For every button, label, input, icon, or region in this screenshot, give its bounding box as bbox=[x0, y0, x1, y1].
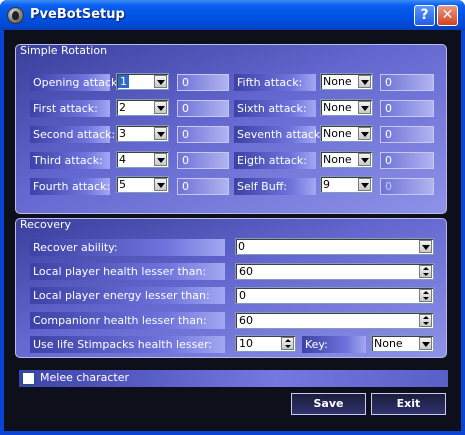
sixth-attack-dropdown[interactable]: None bbox=[320, 99, 373, 116]
spin-arrows-icon[interactable] bbox=[419, 289, 432, 302]
melee-character-label: Melee character bbox=[40, 371, 130, 384]
chevron-down-icon[interactable] bbox=[419, 240, 432, 253]
second-attack-label: Second attack: bbox=[30, 126, 115, 143]
help-button[interactable]: ? bbox=[414, 5, 435, 26]
fourth-attack-dropdown[interactable]: 5 bbox=[116, 176, 169, 193]
first-attack-label: First attack: bbox=[30, 100, 110, 117]
self-buff-dropdown[interactable]: 9 bbox=[320, 176, 373, 193]
window-title: PveBotSetup bbox=[30, 7, 125, 22]
exit-button[interactable]: Exit bbox=[371, 393, 446, 415]
chevron-down-icon[interactable] bbox=[358, 127, 371, 140]
save-button[interactable]: Save bbox=[291, 393, 366, 415]
fourth-attack-label: Fourth attack: bbox=[30, 178, 110, 195]
companion-health-label: Companionr health lesser than: bbox=[30, 312, 225, 329]
chevron-down-icon[interactable] bbox=[358, 75, 371, 88]
spin-arrows-icon[interactable] bbox=[419, 265, 432, 278]
seventh-attack-label: Seventh attack: bbox=[234, 126, 324, 143]
opening-attack-number[interactable]: 0 bbox=[177, 74, 229, 91]
second-attack-dropdown[interactable]: 3 bbox=[116, 125, 169, 142]
recovery-label: Recovery bbox=[20, 218, 72, 231]
sixth-attack-number[interactable]: 0 bbox=[380, 100, 434, 117]
simple-rotation-label: Simple Rotation bbox=[20, 44, 108, 57]
chevron-down-icon[interactable] bbox=[154, 153, 167, 166]
recovery-group: Recovery Recover ability: 0 Local player… bbox=[15, 218, 447, 358]
spin-arrows-icon[interactable] bbox=[281, 337, 294, 350]
chevron-down-icon[interactable] bbox=[154, 75, 167, 88]
close-button[interactable]: ✕ bbox=[437, 5, 458, 26]
first-attack-number[interactable]: 0 bbox=[177, 100, 229, 117]
fifth-attack-label: Fifth attack: bbox=[234, 74, 316, 91]
third-attack-dropdown[interactable]: 4 bbox=[116, 151, 169, 168]
chevron-down-icon[interactable] bbox=[358, 153, 371, 166]
third-attack-number[interactable]: 0 bbox=[177, 152, 229, 169]
melee-character-row[interactable]: Melee character bbox=[19, 370, 448, 387]
chevron-down-icon[interactable] bbox=[419, 337, 432, 350]
sixth-attack-label: Sixth attack: bbox=[234, 100, 316, 117]
opening-attack-label: Opening attack: bbox=[30, 74, 121, 91]
player-energy-spinner[interactable]: 0 bbox=[235, 287, 434, 304]
self-buff-label: Self Buff: bbox=[234, 178, 316, 195]
eigth-attack-label: Eigth attack: bbox=[234, 152, 316, 169]
recover-ability-dropdown[interactable]: 0 bbox=[235, 238, 434, 255]
player-health-spinner[interactable]: 60 bbox=[235, 263, 434, 280]
first-attack-dropdown[interactable]: 2 bbox=[116, 99, 169, 116]
fifth-attack-number[interactable]: 0 bbox=[380, 74, 434, 91]
app-icon bbox=[7, 7, 24, 24]
recover-ability-label: Recover ability: bbox=[30, 239, 225, 256]
second-attack-number[interactable]: 0 bbox=[177, 126, 229, 143]
key-dropdown[interactable]: None bbox=[371, 335, 434, 352]
key-label: Key: bbox=[302, 336, 366, 353]
melee-character-checkbox[interactable] bbox=[22, 372, 35, 385]
chevron-down-icon[interactable] bbox=[358, 178, 371, 191]
player-health-label: Local player health lesser than: bbox=[30, 263, 225, 280]
stimpack-health-spinner[interactable]: 10 bbox=[235, 335, 296, 352]
chevron-down-icon[interactable] bbox=[358, 101, 371, 114]
chevron-down-icon[interactable] bbox=[154, 178, 167, 191]
seventh-attack-number[interactable]: 0 bbox=[380, 126, 434, 143]
third-attack-label: Third attack: bbox=[30, 152, 110, 169]
eigth-attack-number[interactable]: 0 bbox=[380, 152, 434, 169]
chevron-down-icon[interactable] bbox=[154, 101, 167, 114]
self-buff-number: 0 bbox=[380, 178, 434, 195]
window-client-area: Simple Rotation Opening attack: 1 0 Firs… bbox=[4, 30, 461, 431]
fourth-attack-number[interactable]: 0 bbox=[177, 178, 229, 195]
stimpack-health-label: Use life Stimpacks health lesser: bbox=[30, 336, 225, 353]
fifth-attack-dropdown[interactable]: None bbox=[320, 73, 373, 90]
spin-arrows-icon[interactable] bbox=[419, 314, 432, 327]
companion-health-spinner[interactable]: 60 bbox=[235, 312, 434, 329]
player-energy-label: Local player energy lesser than: bbox=[30, 287, 225, 304]
chevron-down-icon[interactable] bbox=[154, 127, 167, 140]
seventh-attack-dropdown[interactable]: None bbox=[320, 125, 373, 142]
opening-attack-dropdown[interactable]: 1 bbox=[116, 73, 169, 90]
eigth-attack-dropdown[interactable]: None bbox=[320, 151, 373, 168]
simple-rotation-group: Simple Rotation Opening attack: 1 0 Firs… bbox=[15, 44, 447, 214]
title-bar[interactable]: PveBotSetup ? ✕ bbox=[0, 0, 465, 30]
main-window: PveBotSetup ? ✕ Simple Rotation Opening … bbox=[0, 0, 465, 435]
